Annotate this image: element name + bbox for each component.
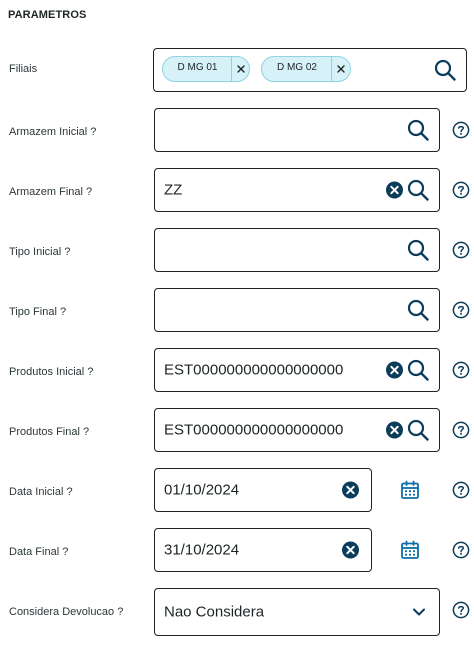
search-icon[interactable] bbox=[407, 419, 429, 441]
chip-filial-2: D MG 02 bbox=[261, 56, 351, 82]
search-icon[interactable] bbox=[407, 119, 429, 141]
help-icon[interactable] bbox=[452, 601, 470, 619]
search-icon[interactable] bbox=[407, 359, 429, 381]
clear-icon[interactable] bbox=[342, 482, 359, 499]
clear-icon[interactable] bbox=[342, 542, 359, 559]
produtos-inicial-input[interactable]: EST000000000000000000 bbox=[154, 348, 440, 392]
row-armazem-inicial: Armazem Inicial ? bbox=[0, 108, 474, 152]
data-final-label: Data Final ? bbox=[9, 546, 69, 558]
row-armazem-final: Armazem Final ? ZZ bbox=[0, 168, 474, 212]
help-icon[interactable] bbox=[452, 481, 470, 499]
calendar-icon[interactable] bbox=[400, 540, 420, 560]
considera-devolucao-select[interactable]: Nao Considera bbox=[154, 588, 440, 636]
chip-filial-1-label: D MG 01 bbox=[177, 62, 218, 73]
produtos-final-value: EST000000000000000000 bbox=[164, 421, 344, 439]
row-produtos-final: Produtos Final ? EST000000000000000000 bbox=[0, 408, 474, 452]
row-tipo-final: Tipo Final ? bbox=[0, 288, 474, 332]
tipo-final-label: Tipo Final ? bbox=[9, 306, 67, 318]
close-icon[interactable] bbox=[235, 63, 247, 75]
help-icon[interactable] bbox=[452, 301, 470, 319]
armazem-final-value: ZZ bbox=[164, 181, 183, 199]
help-icon[interactable] bbox=[452, 361, 470, 379]
help-icon[interactable] bbox=[452, 421, 470, 439]
tipo-inicial-label: Tipo Inicial ? bbox=[9, 246, 71, 258]
produtos-inicial-label: Produtos Inicial ? bbox=[9, 366, 94, 378]
search-icon[interactable] bbox=[434, 59, 456, 81]
produtos-final-input[interactable]: EST000000000000000000 bbox=[154, 408, 440, 452]
filiais-label: Filiais bbox=[9, 63, 38, 75]
row-data-final: Data Final ? 31/10/2024 bbox=[0, 528, 474, 572]
help-icon[interactable] bbox=[452, 541, 470, 559]
considera-devolucao-value: Nao Considera bbox=[164, 603, 265, 621]
close-icon[interactable] bbox=[335, 63, 347, 75]
tipo-inicial-input[interactable] bbox=[154, 228, 440, 272]
clear-icon[interactable] bbox=[386, 422, 403, 439]
chip-filial-2-label: D MG 02 bbox=[276, 62, 317, 73]
data-inicial-input[interactable]: 01/10/2024 bbox=[154, 468, 372, 512]
data-inicial-value: 01/10/2024 bbox=[164, 481, 240, 499]
help-icon[interactable] bbox=[452, 121, 470, 139]
armazem-final-input[interactable]: ZZ bbox=[154, 168, 440, 212]
armazem-inicial-input[interactable] bbox=[154, 108, 440, 152]
considera-devolucao-label: Considera Devolucao ? bbox=[9, 606, 124, 618]
filiais-field[interactable]: D MG 01 D MG 02 bbox=[153, 48, 467, 92]
row-produtos-inicial: Produtos Inicial ? EST000000000000000000 bbox=[0, 348, 474, 392]
chip-filial-2-divider bbox=[331, 57, 332, 81]
chip-filial-1-divider bbox=[231, 57, 232, 81]
help-icon[interactable] bbox=[452, 241, 470, 259]
clear-icon[interactable] bbox=[386, 182, 403, 199]
produtos-final-label: Produtos Final ? bbox=[9, 426, 90, 438]
tipo-final-input[interactable] bbox=[154, 288, 440, 332]
produtos-inicial-value: EST000000000000000000 bbox=[164, 361, 344, 379]
armazem-final-label: Armazem Final ? bbox=[9, 186, 93, 198]
search-icon[interactable] bbox=[407, 179, 429, 201]
row-filiais: Filiais D MG 01 D MG 02 bbox=[0, 48, 474, 92]
armazem-inicial-label: Armazem Inicial ? bbox=[9, 126, 97, 138]
data-final-value: 31/10/2024 bbox=[164, 541, 240, 559]
clear-icon[interactable] bbox=[386, 362, 403, 379]
row-tipo-inicial: Tipo Inicial ? bbox=[0, 228, 474, 272]
row-data-inicial: Data Inicial ? 01/10/2024 bbox=[0, 468, 474, 512]
chip-filial-1: D MG 01 bbox=[162, 56, 250, 82]
data-inicial-label: Data Inicial ? bbox=[9, 486, 73, 498]
calendar-icon[interactable] bbox=[400, 480, 420, 500]
help-icon[interactable] bbox=[452, 181, 470, 199]
row-considera-devolucao: Considera Devolucao ? Nao Considera bbox=[0, 588, 474, 636]
search-icon[interactable] bbox=[407, 299, 429, 321]
search-icon[interactable] bbox=[407, 239, 429, 261]
section-title: PARAMETROS bbox=[8, 9, 87, 21]
chevron-down-icon[interactable] bbox=[411, 604, 427, 620]
data-final-input[interactable]: 31/10/2024 bbox=[154, 528, 372, 572]
